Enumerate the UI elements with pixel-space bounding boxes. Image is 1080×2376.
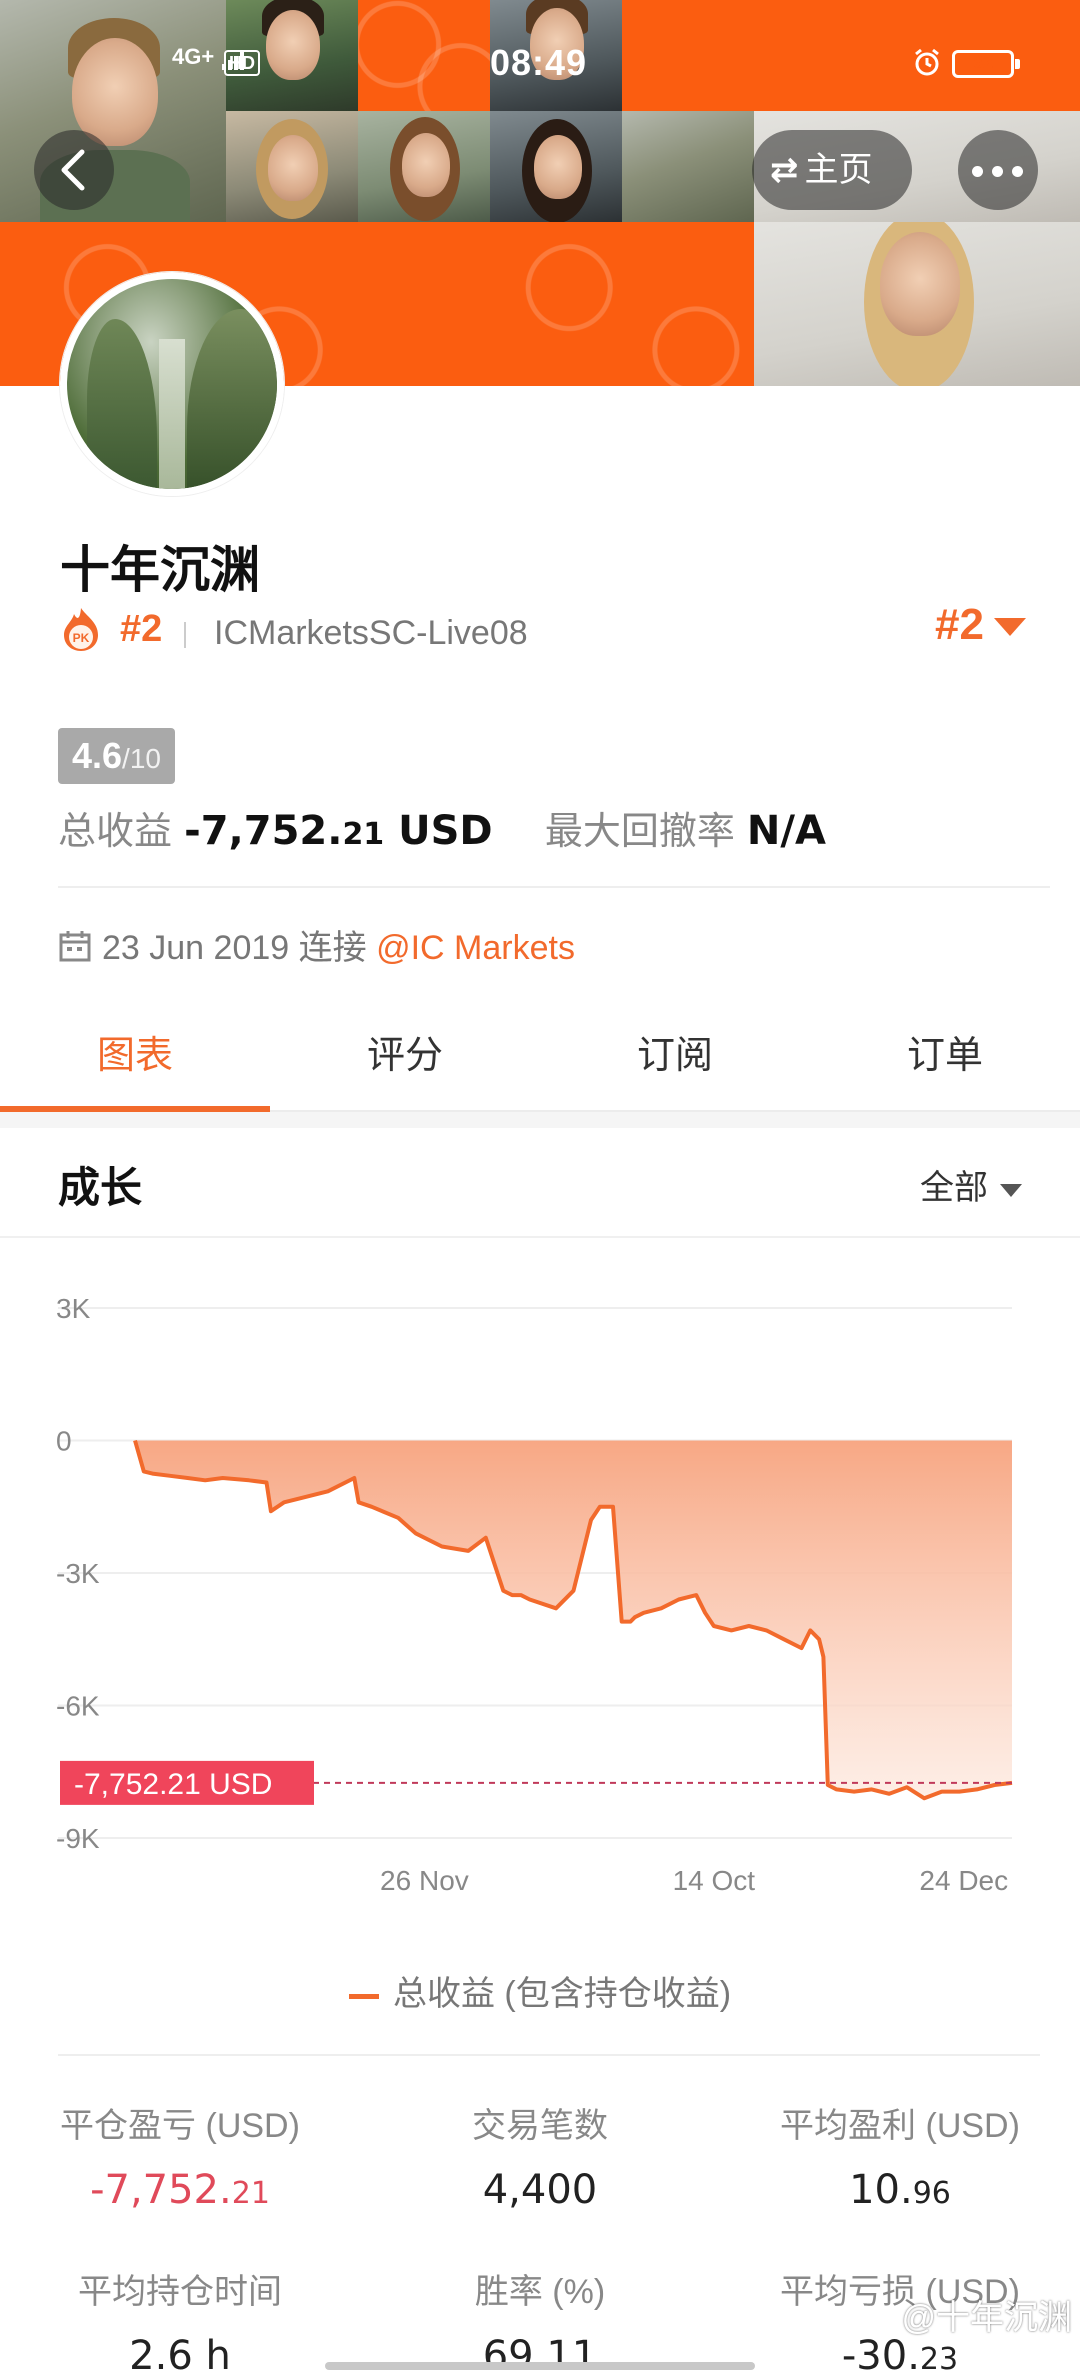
growth-chart[interactable]: 3K 0 -3K -6K -9K 26 Nov 14 Oct 24 Dec -7,752.21 … bbox=[0, 1238, 1080, 2038]
caret-down-icon bbox=[1000, 1183, 1022, 1197]
home-button-label: 主页 bbox=[804, 151, 873, 189]
caret-down-icon bbox=[994, 618, 1026, 637]
metric-trade-count: 交易笔数 4,400 bbox=[472, 2107, 608, 2213]
section-separator bbox=[0, 1112, 1080, 1128]
summary-stats: 总收益 -7,752.21 USD 最大回撤率 N/A bbox=[58, 800, 826, 855]
score-badge: 4.6/10 bbox=[58, 728, 175, 784]
calendar-icon bbox=[58, 929, 92, 972]
divider bbox=[58, 2054, 1040, 2056]
svg-text:PK: PK bbox=[73, 631, 90, 645]
tab-orders[interactable]: 订单 bbox=[810, 1008, 1080, 1110]
legend-swatch bbox=[348, 1993, 379, 1999]
battery-icon: 82 bbox=[952, 50, 1020, 78]
back-button[interactable] bbox=[34, 130, 114, 210]
y-tick-label: -9K bbox=[56, 1823, 100, 1854]
profile-name: 十年沉渊 bbox=[60, 541, 260, 599]
server-name: ICMarketsSC-Live08 bbox=[214, 614, 528, 652]
y-tick-label: -3K bbox=[56, 1558, 100, 1589]
banner-tile bbox=[490, 222, 754, 386]
growth-section-header: 成长 全部 bbox=[0, 1128, 1080, 1238]
total-return-value: -7,752.21 USD bbox=[184, 808, 493, 854]
chart-legend: 总收益 (包含持仓收益) bbox=[0, 1966, 1080, 2015]
banner-photo bbox=[226, 111, 358, 222]
y-tick-label: 0 bbox=[56, 1426, 72, 1457]
metric-avg-hold-time: 平均持仓时间 2.6 h bbox=[78, 2273, 282, 2376]
avatar[interactable] bbox=[60, 272, 284, 496]
status-time: 08:49 bbox=[490, 42, 588, 83]
range-dropdown[interactable]: 全部 bbox=[920, 1160, 1022, 1209]
broker-link[interactable]: @IC Markets bbox=[376, 929, 575, 967]
rank-value: #2 bbox=[935, 600, 984, 649]
tab-chart[interactable]: 图表 bbox=[0, 1008, 270, 1112]
tab-bar: 图表 评分 订阅 订单 bbox=[0, 1008, 1080, 1112]
banner-photo bbox=[358, 111, 490, 222]
home-indicator[interactable] bbox=[325, 2362, 755, 2370]
chevron-left-icon bbox=[61, 149, 85, 191]
more-icon bbox=[972, 166, 983, 177]
rank-badge: #2 bbox=[120, 608, 163, 650]
max-drawdown-label: 最大回撤率 bbox=[544, 809, 735, 853]
banner-photo bbox=[490, 111, 622, 222]
tab-rating[interactable]: 评分 bbox=[270, 1008, 540, 1110]
metric-win-rate: 胜率 (%) 69.11 bbox=[474, 2273, 606, 2376]
banner-photo bbox=[754, 222, 1080, 386]
x-tick-label: 24 Dec bbox=[919, 1865, 1008, 1896]
metric-avg-profit: 平均盈利 (USD) 10.96 bbox=[780, 2107, 1020, 2213]
total-return-label: 总收益 bbox=[58, 809, 173, 853]
y-tick-label: 3K bbox=[56, 1293, 91, 1324]
swap-icon: ⇄ bbox=[770, 151, 799, 189]
x-tick-label: 26 Nov bbox=[380, 1865, 469, 1896]
pk-flame-icon: PK bbox=[64, 608, 98, 651]
joined-info: 23 Jun 2019 连接 @IC Markets bbox=[58, 920, 575, 972]
divider bbox=[58, 886, 1050, 888]
tab-subscribe[interactable]: 订阅 bbox=[540, 1008, 810, 1110]
home-button[interactable]: ⇄ 主页 bbox=[752, 130, 912, 210]
status-bar: 4G+ HD 08:49 82 bbox=[0, 40, 1080, 90]
more-button[interactable] bbox=[958, 130, 1038, 210]
rank-dropdown[interactable]: #2 bbox=[935, 600, 1026, 650]
banner-tile bbox=[358, 222, 490, 386]
max-drawdown-value: N/A bbox=[746, 808, 826, 854]
watermark: @十年沉渊 bbox=[901, 2299, 1072, 2337]
section-title: 成长 bbox=[58, 1164, 143, 1211]
growth-chart-svg: 3K 0 -3K -6K -9K 26 Nov 14 Oct 24 Dec -7,752.21 … bbox=[56, 1293, 1013, 1896]
banner-photo bbox=[0, 0, 226, 222]
current-value-label: -7,752.21 USD bbox=[74, 1768, 272, 1801]
banner-photo bbox=[622, 111, 754, 222]
hd-badge: HD bbox=[224, 50, 260, 76]
alarm-icon bbox=[912, 48, 942, 86]
x-tick-label: 14 Oct bbox=[673, 1865, 756, 1896]
divider bbox=[184, 622, 186, 648]
metric-closed-pnl: 平仓盈亏 (USD) -7,752.21 bbox=[60, 2107, 300, 2213]
y-tick-label: -6K bbox=[56, 1691, 100, 1722]
